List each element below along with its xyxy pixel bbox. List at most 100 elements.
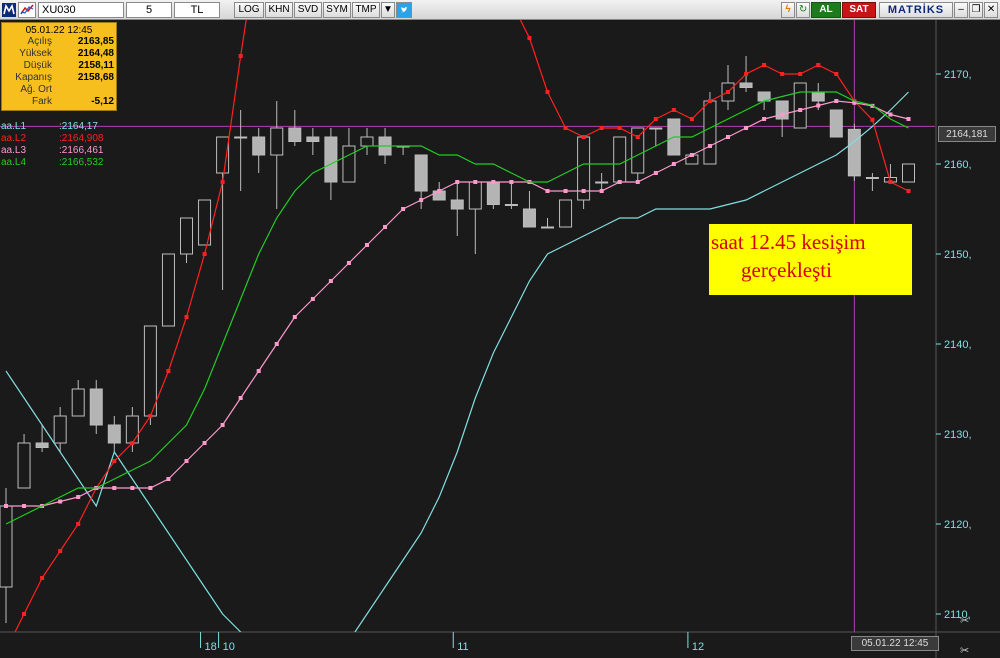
series-point — [491, 180, 496, 184]
candle-body — [143, 325, 157, 417]
candle-body — [811, 91, 825, 102]
series-point — [545, 189, 550, 193]
tmp-button[interactable]: TMP — [352, 1, 380, 18]
scissors-icon[interactable]: ✂ — [960, 615, 969, 627]
annotation-line-2: gerçekleşti — [741, 258, 832, 282]
indicator-name: aa.L4 — [1, 157, 27, 168]
lightning-icon[interactable]: ϟ — [781, 1, 795, 18]
currency-select[interactable]: TL — [174, 1, 220, 18]
series-point — [762, 117, 767, 121]
indicator-value: :2166,461 — [59, 145, 104, 156]
khn-button[interactable]: KHN — [265, 1, 293, 18]
candle-body — [504, 204, 518, 206]
candle-body — [595, 181, 609, 184]
candle-body — [793, 82, 807, 129]
series-point — [671, 108, 676, 112]
scissors-icon[interactable]: ✂ — [960, 645, 969, 657]
candle-body — [342, 145, 356, 183]
indicator-l4[interactable]: aa.L4 :2166,532 — [1, 157, 104, 169]
minimize-icon[interactable]: – — [954, 1, 968, 18]
series-point — [744, 72, 749, 76]
info-row: Düşük 2158,11 — [2, 60, 116, 72]
chart-type-icon[interactable] — [18, 1, 36, 18]
info-label: Fark — [32, 96, 52, 107]
indicator-l1[interactable]: aa.L1:2164,17 — [1, 121, 104, 133]
series-point — [689, 117, 694, 121]
series-point — [744, 126, 749, 130]
brand-label: MATRİKS — [879, 1, 953, 18]
restore-icon[interactable]: ❐ — [969, 1, 983, 18]
series-point — [112, 486, 117, 490]
y-tick-label: 2170, — [944, 69, 972, 81]
series-point — [4, 648, 8, 652]
candle-body — [270, 127, 284, 156]
candle-body — [468, 181, 482, 210]
series-point — [617, 180, 622, 184]
y-tick-label: 2140, — [944, 339, 972, 351]
series-point — [671, 162, 676, 166]
series-point — [726, 135, 730, 139]
indicator-l2[interactable]: aa.L2:2164,908 — [1, 133, 104, 145]
annotation-box: saat 12.45 kesişim gerçekleşti — [709, 224, 912, 295]
series-line-aa-l3 — [6, 100, 909, 507]
info-row: Kapanış 2158,68 — [2, 72, 116, 84]
series-point — [76, 495, 81, 499]
series-point — [707, 99, 712, 103]
candle-body — [306, 136, 320, 142]
info-label: Düşük — [23, 60, 52, 71]
candle-body — [865, 177, 879, 179]
price-chart[interactable]: 2110,2120,2130,2140,2150,2160,2170,18 10 1… — [0, 20, 1000, 658]
series-point — [58, 499, 63, 504]
series-point — [310, 297, 315, 301]
refresh-icon[interactable]: ↻ — [796, 1, 810, 18]
candle-body — [559, 199, 573, 228]
indicator-value: :2164,17 — [59, 121, 98, 132]
candle-body — [522, 208, 536, 228]
series-point — [76, 522, 81, 526]
series-point — [184, 459, 189, 463]
series-point — [798, 108, 803, 112]
ohlc-info-box: 05.01.22 12:45 Açılış 2163,85 Yüksek 2164,… — [1, 22, 117, 111]
indicator-value: :2166,532 — [59, 157, 104, 168]
log-button[interactable]: LOG — [234, 1, 264, 18]
series-point — [130, 441, 135, 445]
buy-button[interactable]: AL — [811, 1, 841, 18]
info-value: -5,12 — [91, 96, 114, 107]
candle-body — [613, 136, 627, 183]
symbol-input[interactable]: XU030 — [38, 1, 124, 18]
series-point — [581, 135, 586, 139]
series-point — [220, 423, 225, 427]
candle-body — [17, 442, 31, 489]
series-point — [437, 189, 442, 193]
series-point — [256, 369, 261, 373]
series-point — [202, 441, 207, 445]
series-point — [184, 315, 189, 319]
series-point — [780, 112, 785, 117]
twitter-icon[interactable] — [396, 1, 412, 18]
sym-button[interactable]: SYM — [323, 1, 351, 18]
series-point — [22, 504, 27, 508]
series-line-aa-l1 — [5, 91, 909, 632]
series-point — [545, 90, 550, 94]
matriks-logo-icon — [2, 2, 16, 17]
period-select[interactable]: 5 — [126, 1, 172, 18]
svd-button[interactable]: SVD — [294, 1, 322, 18]
series-point — [635, 135, 640, 139]
close-icon[interactable]: ✕ — [984, 1, 998, 18]
x-tick-label: 18 — [205, 641, 217, 653]
series-point — [599, 189, 604, 193]
indicator-l3[interactable]: aa.L3:2166,461 — [1, 145, 104, 157]
candle-body — [89, 388, 103, 426]
series-point — [599, 126, 604, 130]
series-point — [419, 198, 424, 202]
x-tick-label: 10 — [223, 641, 235, 653]
candle-body — [324, 136, 338, 183]
series-point — [563, 189, 568, 193]
sell-button[interactable]: SAT — [842, 1, 876, 18]
series-point — [509, 180, 514, 184]
candle-body — [541, 226, 554, 229]
series-point — [617, 126, 622, 130]
dropdown-arrow-icon[interactable]: ▼ — [381, 1, 395, 18]
series-point — [906, 189, 911, 193]
series-point — [870, 117, 875, 122]
